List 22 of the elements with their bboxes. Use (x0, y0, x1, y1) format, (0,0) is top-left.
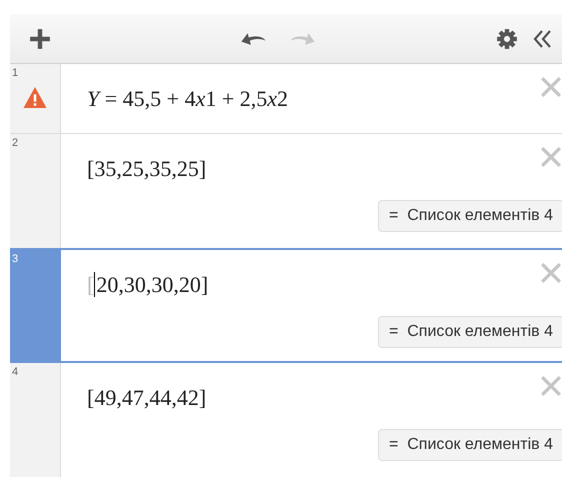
expression-row[interactable]: 3 [20,30,30,20] = Список елементів 4 (10, 248, 562, 363)
warning-icon[interactable] (22, 86, 48, 109)
collapse-icon[interactable] (532, 28, 554, 50)
math-expression[interactable]: [35,25,35,25] (87, 156, 206, 182)
line-number: 1 (12, 67, 18, 79)
close-icon[interactable] (540, 262, 562, 284)
result-badge[interactable]: = Список елементів 4 (378, 429, 562, 461)
expression-row[interactable]: 2 [35,25,35,25] = Список елементів 4 (10, 134, 562, 249)
line-number: 3 (12, 253, 18, 265)
math-expression[interactable]: [20,30,30,20] (87, 272, 208, 298)
close-icon[interactable] (540, 146, 562, 168)
line-number: 2 (12, 137, 18, 149)
math-expression[interactable]: Y = 45,5 + 4x1 + 2,5x2 (87, 86, 288, 112)
line-number: 4 (12, 366, 18, 378)
expression-row[interactable]: 4 [49,47,44,42] = Список елементів 4 (10, 363, 562, 477)
add-icon[interactable] (29, 28, 51, 50)
result-badge[interactable]: = Список елементів 4 (378, 316, 562, 348)
close-icon[interactable] (540, 76, 562, 98)
expression-row[interactable]: 1 Y = 45,5 + 4x1 + 2,5x2 (10, 64, 562, 134)
math-expression[interactable]: [49,47,44,42] (87, 385, 206, 411)
close-icon[interactable] (540, 375, 562, 397)
result-badge[interactable]: = Список елементів 4 (378, 200, 562, 232)
